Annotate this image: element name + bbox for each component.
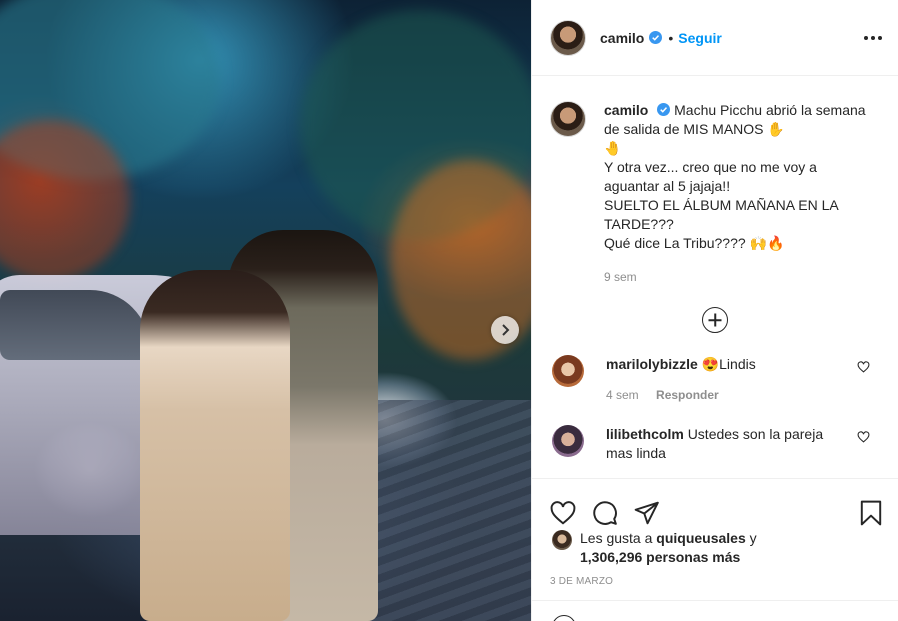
avatar[interactable] <box>552 425 584 457</box>
likes-summary: Les gusta a quiqueusales y 1,306,296 per… <box>552 529 882 567</box>
load-more-comments-button[interactable] <box>532 307 898 333</box>
likes-user-link[interactable]: quiqueusales <box>656 530 745 546</box>
follow-button[interactable]: Seguir <box>678 30 722 46</box>
post-actions <box>532 478 898 534</box>
more-options-icon[interactable] <box>864 35 882 40</box>
comment-username[interactable]: marilolybizzle <box>606 356 698 372</box>
likes-connector: y <box>749 530 757 546</box>
verified-icon <box>649 31 663 44</box>
avatar[interactable] <box>550 101 586 137</box>
like-button[interactable] <box>550 500 576 525</box>
comment-icon <box>593 500 617 525</box>
comment-button[interactable] <box>592 500 618 526</box>
post-username[interactable]: camilo <box>600 30 644 46</box>
caption: camilo Machu Picchu abrió la semana de s… <box>532 77 898 287</box>
reply-button[interactable]: Responder <box>656 388 719 402</box>
avatar[interactable] <box>552 355 584 387</box>
list-item: marilolybizzle 😍Lindis 4 sem Responder <box>532 355 898 405</box>
heart-icon[interactable] <box>857 431 870 443</box>
save-button[interactable] <box>860 500 882 526</box>
list-item: lilibethcolm Ustedes son la pareja mas l… <box>532 425 898 463</box>
share-icon <box>634 501 659 524</box>
verified-icon <box>657 103 671 116</box>
comments-list[interactable]: camilo Machu Picchu abrió la semana de s… <box>532 77 898 477</box>
caption-text: Y otra vez... creo que no me voy a aguan… <box>604 159 817 194</box>
caption-text: Qué dice La Tribu???? 🙌🔥 <box>604 235 785 251</box>
separator-dot: • <box>668 29 674 46</box>
likes-prefix: Les gusta a <box>580 530 653 546</box>
likes-count-link[interactable]: 1,306,296 personas más <box>580 549 740 565</box>
post-header: camilo • Seguir <box>532 0 898 76</box>
comment-username[interactable]: lilibethcolm <box>606 426 684 442</box>
caption-username[interactable]: camilo <box>604 102 648 118</box>
share-button[interactable] <box>634 501 660 525</box>
add-comment-area[interactable] <box>532 600 898 621</box>
caption-time: 9 sem <box>604 270 637 284</box>
woman-figure <box>140 270 290 621</box>
post-date[interactable]: 3 de marzo <box>550 576 613 587</box>
add-icon <box>702 307 728 333</box>
post-panel: camilo • Seguir camilo Machu Picchu abri… <box>531 0 898 621</box>
comment-time: 4 sem <box>606 388 639 402</box>
caption-text: 🤚 <box>604 140 622 156</box>
heart-icon <box>550 500 576 525</box>
post-photo[interactable] <box>0 0 531 621</box>
carousel-next-button[interactable] <box>491 316 519 344</box>
heart-icon[interactable] <box>857 361 870 373</box>
caption-text: SUELTO EL ÁLBUM MAÑANA EN LA TARDE??? <box>604 197 838 232</box>
avatar[interactable] <box>550 19 586 56</box>
save-icon <box>860 500 882 525</box>
emoji-icon[interactable] <box>552 615 576 621</box>
comment-text: 😍Lindis <box>701 356 756 372</box>
carousel-next-icon <box>502 324 510 336</box>
avatar[interactable] <box>552 530 572 550</box>
